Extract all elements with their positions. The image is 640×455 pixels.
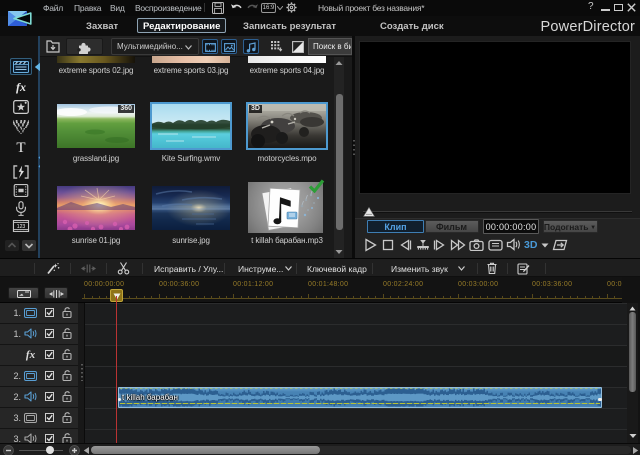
svg-text:123: 123 <box>17 224 26 230</box>
